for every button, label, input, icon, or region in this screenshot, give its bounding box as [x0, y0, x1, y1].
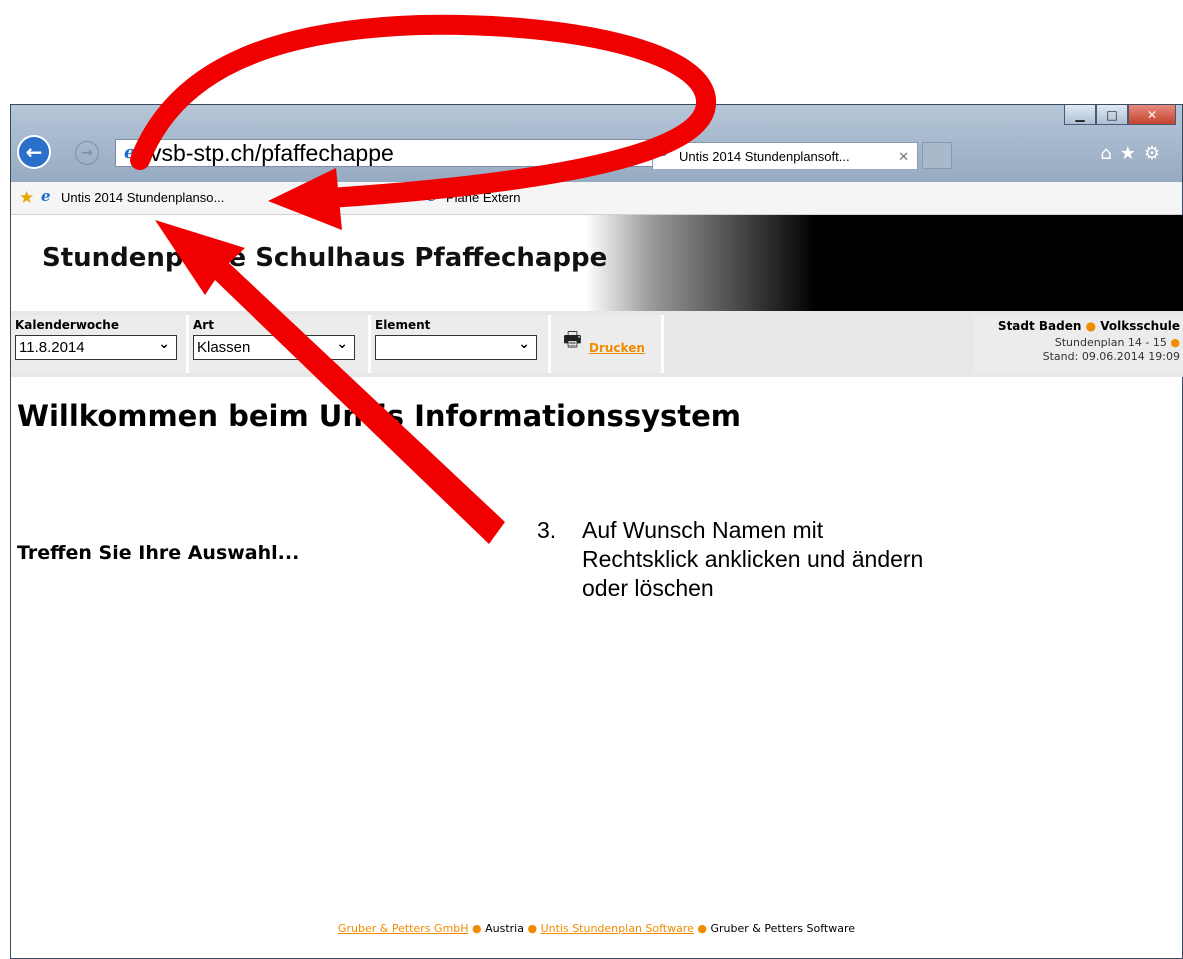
close-button[interactable]: ✕ [1128, 105, 1176, 125]
dot-icon: ● [697, 922, 708, 935]
print-cell: 🖶 Drucken [551, 315, 664, 373]
address-text: vsb-stp.ch/pfaffechappe [150, 140, 394, 166]
gear-icon[interactable]: ⚙ [1144, 143, 1168, 164]
address-bar[interactable]: e vsb-stp.ch/pfaffechappe [115, 139, 671, 167]
school-info: Stadt Baden ● Volksschule Stundenplan 14… [974, 315, 1183, 373]
add-favorite-icon[interactable]: ★ [19, 188, 34, 208]
art-cell: Art Klassen ⌄ [189, 315, 371, 373]
art-select[interactable]: Klassen ⌄ [193, 335, 355, 360]
art-label: Art [193, 318, 214, 332]
title-bar: ▁ □ ✕ ← → e vsb-stp.ch/pfaffechappe e Un… [11, 105, 1182, 182]
favorite-item-plaene-extern[interactable]: Pläne Extern [446, 190, 520, 205]
dot-icon: ● [1170, 336, 1180, 349]
footer-link-gruber-petters[interactable]: Gruber & Petters GmbH [338, 922, 469, 935]
new-tab-button[interactable] [922, 142, 952, 169]
ie-fav-icon: e [427, 187, 437, 205]
element-label: Element [375, 318, 431, 332]
forward-arrow-icon: → [81, 145, 93, 161]
printer-icon[interactable]: 🖶 [563, 325, 582, 359]
favorite-item-untis[interactable]: Untis 2014 Stundenplanso... [61, 190, 224, 205]
school-name: Volksschule [1100, 319, 1180, 333]
browser-tab[interactable]: e Untis 2014 Stundenplansoft... ✕ [652, 142, 918, 169]
instruction-text: Auf Wunsch Namen mit Rechtsklick anklick… [582, 517, 924, 601]
dot-icon: ● [527, 922, 538, 935]
ie-fav-icon: e [41, 187, 51, 205]
kalenderwoche-cell: Kalenderwoche 11.8.2014 ⌄ [11, 315, 189, 373]
maximize-button[interactable]: □ [1096, 105, 1128, 125]
tab-close-icon[interactable]: ✕ [898, 144, 909, 169]
toolbar-icons: ⌂★⚙ [1100, 143, 1168, 164]
favorites-bar: ★ e Untis 2014 Stundenplanso... Mobile e… [11, 182, 1182, 215]
back-button[interactable]: ← [17, 135, 51, 169]
dot-icon: ● [1085, 319, 1097, 333]
header-banner: Stundenpläne Schulhaus Pfaffechappe [11, 215, 1183, 311]
ie-tab-icon: e [659, 144, 668, 160]
element-select[interactable]: ⌄ [375, 335, 537, 360]
back-arrow-icon: ← [25, 140, 43, 164]
school-info-title: Stadt Baden ● Volksschule [998, 319, 1180, 333]
footer-text-austria: Austria [485, 922, 524, 935]
instruction-number: 3. [537, 517, 557, 543]
print-link[interactable]: Drucken [589, 341, 645, 355]
chevron-down-icon: ⌄ [336, 336, 348, 352]
org-name: Stadt Baden [997, 319, 1082, 333]
favorites-star-icon[interactable]: ★ [1120, 143, 1144, 164]
page-title: Willkommen beim Untis Informationssystem [17, 399, 741, 433]
ie-logo-icon: e [124, 142, 136, 163]
element-cell: Element ⌄ [371, 315, 551, 373]
home-icon[interactable]: ⌂ [1100, 143, 1119, 164]
chevron-down-icon: ⌄ [158, 336, 170, 352]
footer-text-gruber-software: Gruber & Petters Software [710, 922, 856, 935]
chevron-down-icon: ⌄ [518, 336, 530, 352]
kalenderwoche-value: 11.8.2014 [19, 339, 85, 356]
plan-name: Stundenplan 14 - 15 [1054, 336, 1167, 349]
stand-line: Stand: 09.06.2014 19:09 [1042, 350, 1180, 363]
banner-title: Stundenpläne Schulhaus Pfaffechappe [42, 243, 608, 273]
window-controls: ▁ □ ✕ [1064, 105, 1176, 127]
forward-button[interactable]: → [75, 141, 99, 165]
dot-icon: ● [471, 922, 482, 935]
selection-bar: Kalenderwoche 11.8.2014 ⌄ Art Klassen ⌄ … [11, 311, 1183, 377]
tab-title: Untis 2014 Stundenplansoft... [679, 149, 850, 164]
kalenderwoche-label: Kalenderwoche [15, 318, 119, 332]
selection-prompt: Treffen Sie Ihre Auswahl... [17, 542, 300, 564]
minimize-button[interactable]: ▁ [1064, 105, 1096, 125]
art-value: Klassen [197, 339, 251, 356]
favorite-item-mobile[interactable]: Mobile [349, 190, 387, 205]
footer: Gruber & Petters GmbH ● Austria ● Untis … [11, 922, 1182, 935]
footer-link-untis-software[interactable]: Untis Stundenplan Software [541, 922, 694, 935]
kalenderwoche-select[interactable]: 11.8.2014 ⌄ [15, 335, 177, 360]
plan-line: Stundenplan 14 - 15 ● [1055, 336, 1180, 349]
